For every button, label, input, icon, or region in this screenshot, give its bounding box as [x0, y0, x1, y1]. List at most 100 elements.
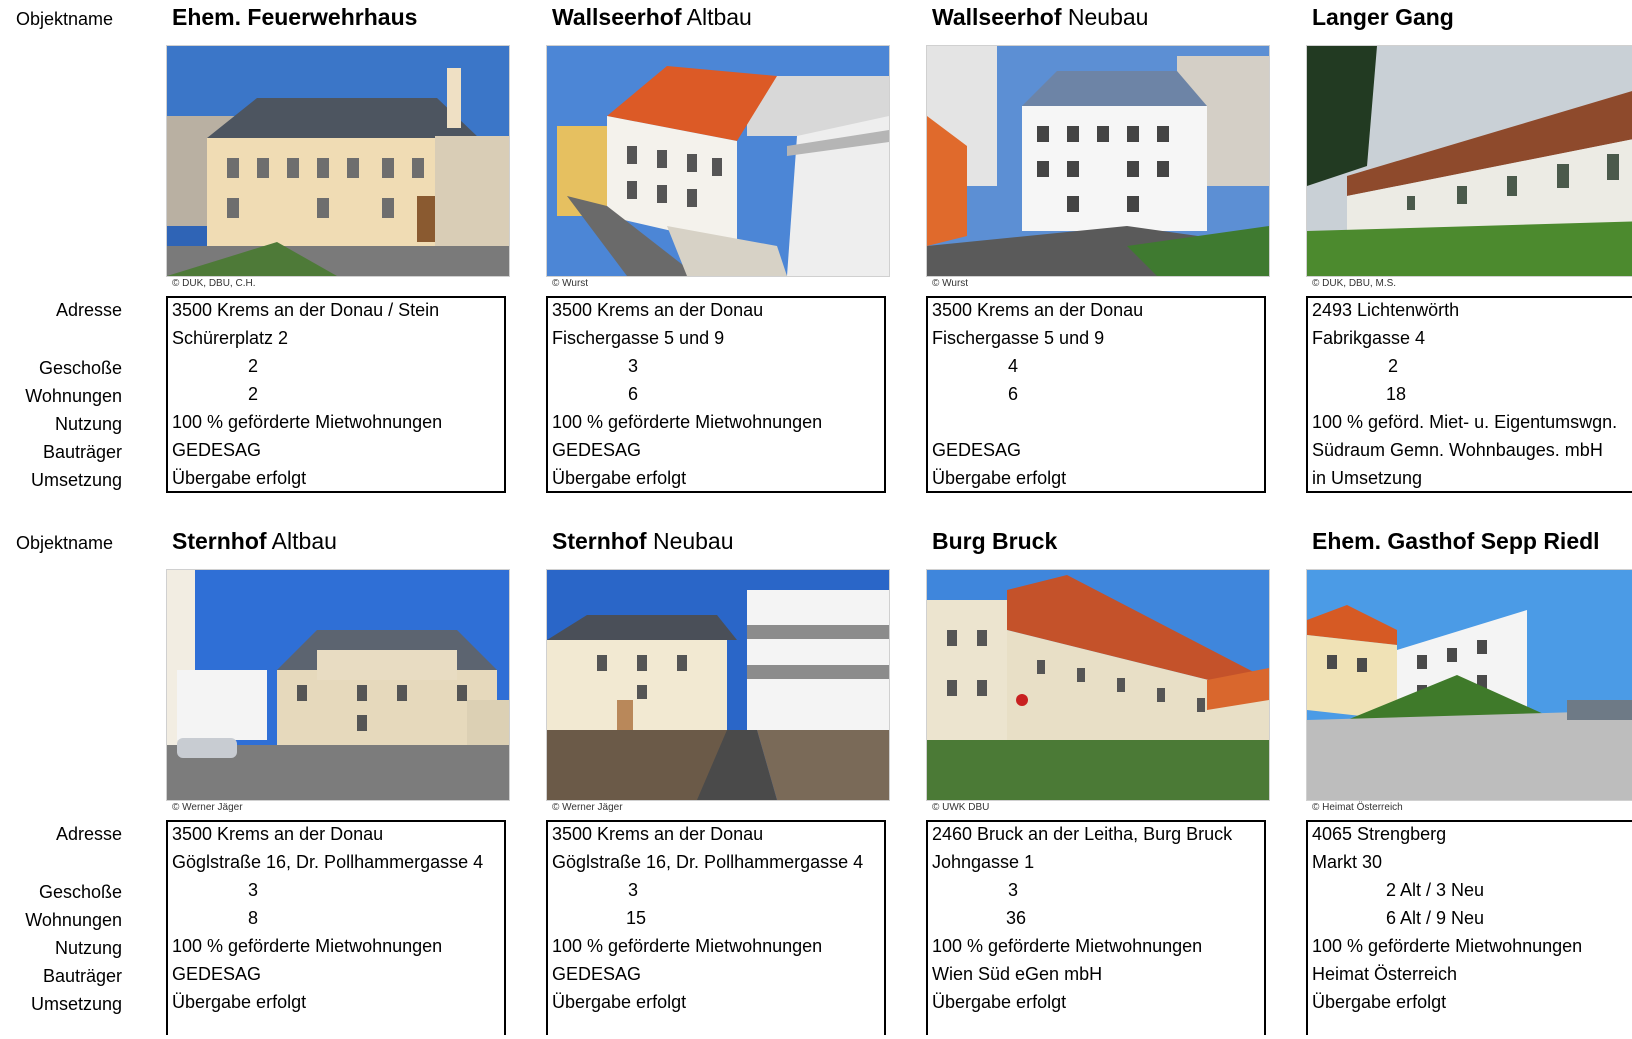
- floors-value: 2: [247, 356, 258, 376]
- status-value: Übergabe erfolgt: [1312, 992, 1447, 1012]
- units-value: 8: [247, 908, 258, 928]
- usage-value: 100 % geförderte Mietwohnungen: [552, 936, 823, 956]
- nutzung-label: Nutzung: [54, 938, 122, 958]
- address-line-2: Göglstraße 16, Dr. Pollhammergasse 4: [172, 852, 484, 872]
- umsetzung-label: Umsetzung: [30, 470, 122, 490]
- photo-credit: © Wurst: [932, 278, 969, 289]
- photo-credit: © DUK, DBU, M.S.: [1312, 278, 1397, 289]
- floors-value: 2 Alt / 3 Neu: [1386, 880, 1485, 900]
- project-title: Wallseerhof Altbau: [552, 4, 752, 30]
- address-line-1: 3500 Krems an der Donau: [172, 824, 384, 844]
- developer-value: GEDESAG: [932, 440, 1022, 460]
- photo-credit: © DUK, DBU, C.H.: [172, 278, 256, 289]
- photo-credit: © Werner Jäger: [172, 802, 243, 813]
- developer-value: Wien Süd eGen mbH: [932, 964, 1103, 984]
- developer-value: GEDESAG: [172, 964, 262, 984]
- project-title: Ehem. Feuerwehrhaus: [172, 4, 418, 30]
- address-line-2: Fischergasse 5 und 9: [552, 328, 725, 348]
- address-line-2: Johngasse 1: [932, 852, 1035, 872]
- address-line-1: 2460 Bruck an der Leitha, Burg Bruck: [932, 824, 1233, 844]
- floors-value: 3: [627, 880, 638, 900]
- address-line-1: 3500 Krems an der Donau: [932, 300, 1144, 320]
- developer-value: Südraum Gemn. Wohnbauges. mbH: [1312, 440, 1603, 460]
- units-value: 6: [627, 384, 638, 404]
- status-value: in Umsetzung: [1312, 468, 1423, 488]
- units-value: 2: [247, 384, 258, 404]
- project-photo: [166, 45, 510, 277]
- objektname-label: Objektname: [16, 9, 114, 29]
- units-value: 6: [1007, 384, 1018, 404]
- project-photo: [1306, 569, 1632, 801]
- developer-value: GEDESAG: [552, 964, 642, 984]
- bautraeger-label: Bauträger: [42, 966, 122, 986]
- project-title: Ehem. Gasthof Sepp Riedl: [1312, 528, 1600, 554]
- status-value: Übergabe erfolgt: [552, 992, 687, 1012]
- photo-credit: © Wurst: [552, 278, 589, 289]
- status-value: Übergabe erfolgt: [172, 992, 307, 1012]
- adresse-label: Adresse: [55, 300, 122, 320]
- project-photo: [546, 45, 890, 277]
- address-line-1: 2493 Lichtenwörth: [1312, 300, 1460, 320]
- address-line-1: 3500 Krems an der Donau / Stein: [172, 300, 440, 320]
- address-line-2: Markt 30: [1312, 852, 1383, 872]
- adresse-label: Adresse: [55, 824, 122, 844]
- project-photo: [166, 569, 510, 801]
- photo-credit: © Werner Jäger: [552, 802, 623, 813]
- info-box: 2493 Lichtenwörth Fabrikgasse 4 2 18 100…: [1306, 296, 1632, 493]
- units-value: 6 Alt / 9 Neu: [1386, 908, 1485, 928]
- bautraeger-label: Bauträger: [42, 442, 122, 462]
- photo-credit: © Heimat Österreich: [1312, 802, 1403, 813]
- project-title: Sternhof Altbau: [172, 528, 337, 554]
- floors-value: 3: [247, 880, 258, 900]
- address-line-1: 4065 Strengberg: [1312, 824, 1447, 844]
- info-box: 4065 Strengberg Markt 30 2 Alt / 3 Neu 6…: [1306, 820, 1632, 1035]
- usage-value: 100 % geförderte Mietwohnungen: [552, 412, 823, 432]
- project-row-2: Objektname Adresse Geschoße Wohnungen Nu…: [0, 524, 1632, 1039]
- floors-value: 4: [1007, 356, 1018, 376]
- project-title: Sternhof Neubau: [552, 528, 734, 554]
- usage-value: 100 % geförderte Mietwohnungen: [1312, 936, 1583, 956]
- photo-credit: © UWK DBU: [932, 802, 990, 813]
- project-title: Burg Bruck: [932, 528, 1058, 554]
- objektname-label: Objektname: [16, 533, 114, 553]
- usage-value: 100 % geförderte Mietwohnungen: [932, 936, 1203, 956]
- project-title: Wallseerhof Neubau: [932, 4, 1149, 30]
- info-box: 3500 Krems an der Donau Göglstraße 16, D…: [546, 820, 886, 1035]
- umsetzung-label: Umsetzung: [30, 994, 122, 1014]
- address-line-1: 3500 Krems an der Donau: [552, 300, 764, 320]
- developer-value: GEDESAG: [552, 440, 642, 460]
- info-box: 3500 Krems an der Donau Fischergasse 5 u…: [546, 296, 886, 493]
- usage-value: 100 % geförderte Mietwohnungen: [172, 936, 443, 956]
- developer-value: Heimat Österreich: [1312, 964, 1458, 984]
- info-box: 3500 Krems an der Donau / Stein Schürerp…: [166, 296, 506, 493]
- geschosse-label: Geschoße: [38, 882, 122, 902]
- address-line-2: Fabrikgasse 4: [1312, 328, 1426, 348]
- units-value: 15: [626, 908, 647, 928]
- info-box: 3500 Krems an der Donau Göglstraße 16, D…: [166, 820, 506, 1035]
- info-box: 3500 Krems an der Donau Fischergasse 5 u…: [926, 296, 1266, 493]
- usage-value: 100 % geförderte Mietwohnungen: [172, 412, 443, 432]
- status-value: Übergabe erfolgt: [932, 468, 1067, 488]
- project-photo: [926, 45, 1270, 277]
- nutzung-label: Nutzung: [54, 414, 122, 434]
- address-line-2: Göglstraße 16, Dr. Pollhammergasse 4: [552, 852, 864, 872]
- floors-value: 2: [1387, 356, 1398, 376]
- wohnungen-label: Wohnungen: [25, 386, 122, 406]
- status-value: Übergabe erfolgt: [932, 992, 1067, 1012]
- info-box: 2460 Bruck an der Leitha, Burg Bruck Joh…: [926, 820, 1266, 1035]
- project-photo: [926, 569, 1270, 801]
- floors-value: 3: [1007, 880, 1018, 900]
- units-value: 18: [1386, 384, 1407, 404]
- status-value: Übergabe erfolgt: [552, 468, 687, 488]
- project-photo: [546, 569, 890, 801]
- status-value: Übergabe erfolgt: [172, 468, 307, 488]
- project-title: Langer Gang: [1312, 4, 1454, 30]
- address-line-1: 3500 Krems an der Donau: [552, 824, 764, 844]
- developer-value: GEDESAG: [172, 440, 262, 460]
- floors-value: 3: [627, 356, 638, 376]
- wohnungen-label: Wohnungen: [25, 910, 122, 930]
- address-line-2: Fischergasse 5 und 9: [932, 328, 1105, 348]
- project-photo: [1306, 45, 1632, 277]
- geschosse-label: Geschoße: [38, 358, 122, 378]
- address-line-2: Schürerplatz 2: [172, 328, 289, 348]
